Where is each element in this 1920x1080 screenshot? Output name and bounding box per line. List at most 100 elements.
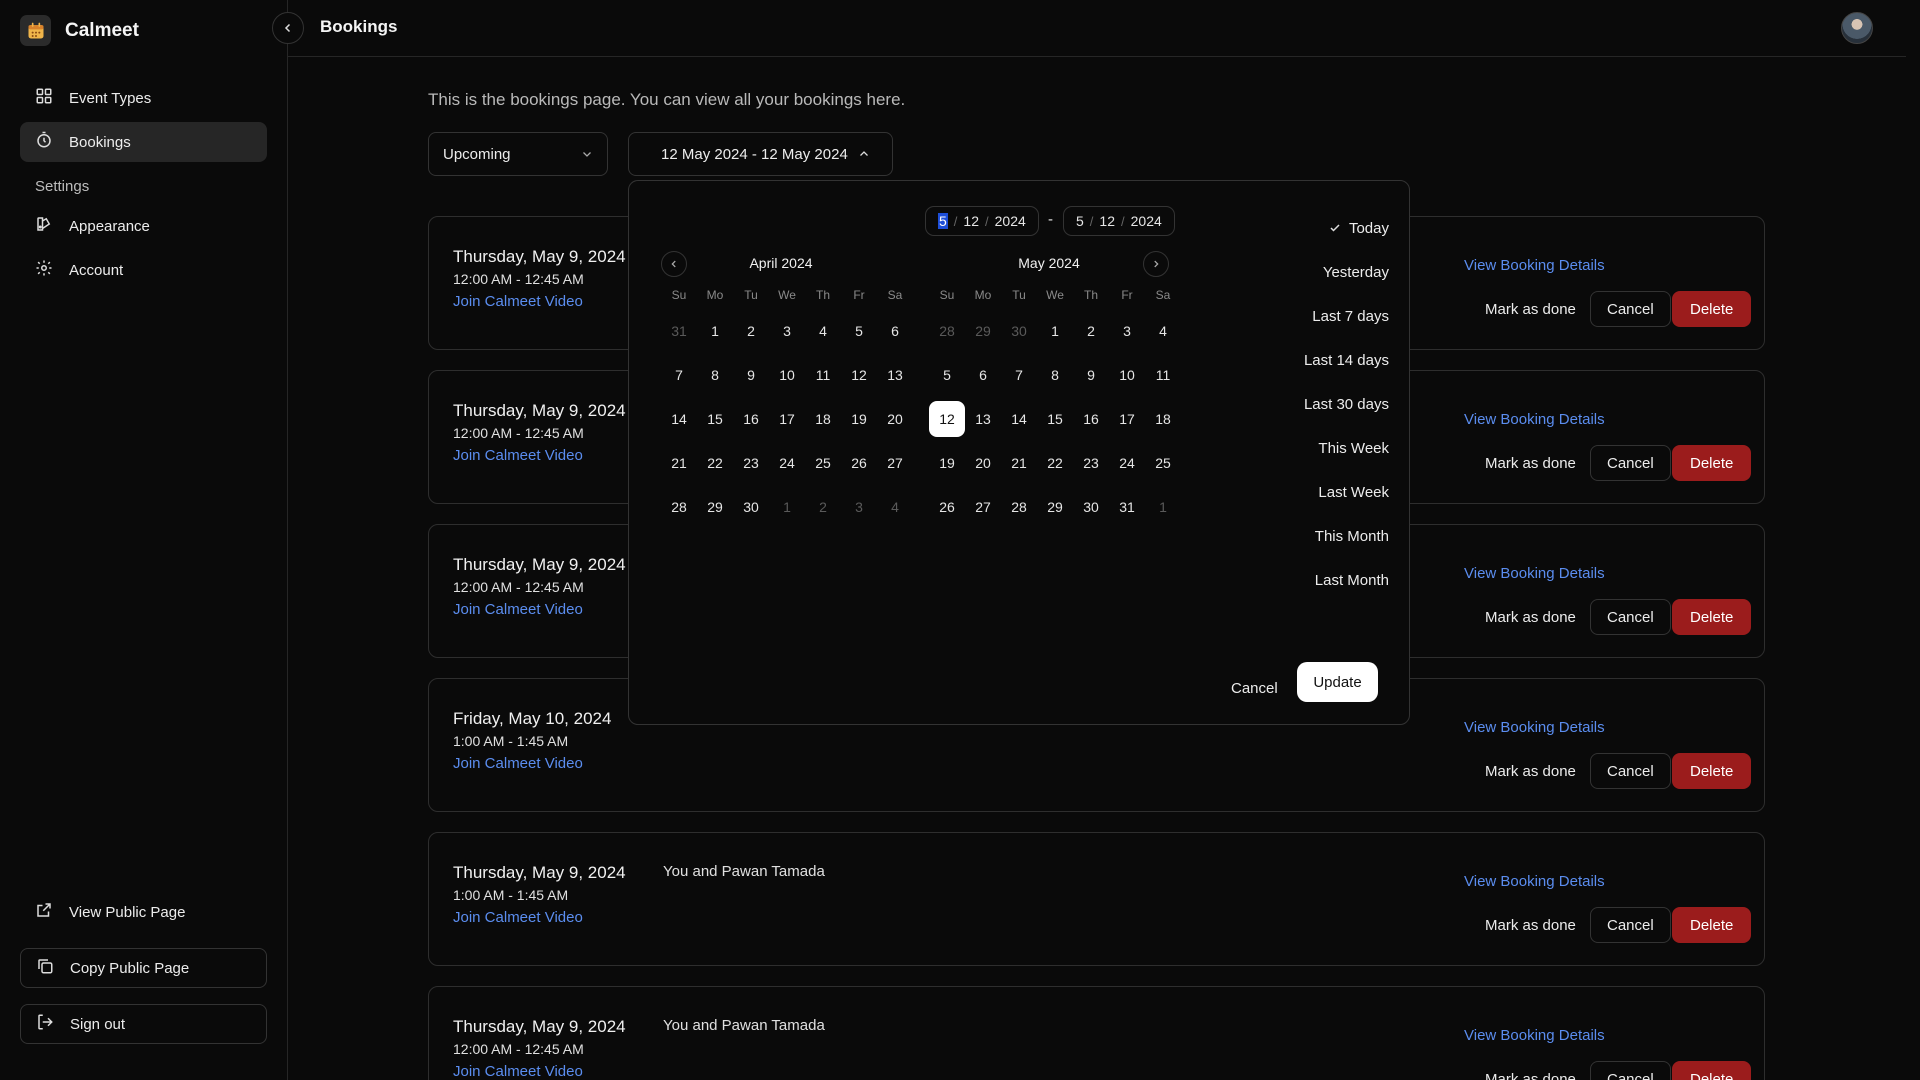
join-video-link[interactable]: Join Calmeet Video	[453, 293, 583, 310]
end-month-segment[interactable]: 5	[1076, 213, 1084, 229]
view-booking-details-link[interactable]: View Booking Details	[1464, 873, 1605, 890]
calendar-day[interactable]: 24	[769, 441, 805, 485]
view-booking-details-link[interactable]: View Booking Details	[1464, 411, 1605, 428]
calendar-day[interactable]: 21	[1001, 441, 1037, 485]
join-video-link[interactable]: Join Calmeet Video	[453, 755, 583, 772]
next-month-button[interactable]	[1143, 251, 1169, 277]
brand[interactable]: Calmeet	[20, 15, 139, 46]
calendar-day[interactable]: 26	[929, 485, 965, 529]
calendar-day[interactable]: 2	[805, 485, 841, 529]
preset-option[interactable]: Last 14 days	[1269, 338, 1389, 382]
calendar-day[interactable]: 19	[841, 397, 877, 441]
calendar-day[interactable]: 18	[1145, 397, 1181, 441]
calendar-day[interactable]: 28	[929, 309, 965, 353]
preset-option[interactable]: Today	[1269, 206, 1389, 250]
calendar-day[interactable]: 25	[1145, 441, 1181, 485]
cancel-booking-button[interactable]: Cancel	[1590, 1061, 1671, 1080]
start-day-segment[interactable]: 12	[963, 213, 979, 229]
calendar-day[interactable]: 2	[1073, 309, 1109, 353]
view-public-page-link[interactable]: View Public Page	[20, 892, 267, 932]
calendar-day[interactable]: 1	[697, 309, 733, 353]
calendar-day[interactable]: 9	[1073, 353, 1109, 397]
collapse-sidebar-button[interactable]	[272, 12, 304, 44]
calendar-day[interactable]: 11	[1145, 353, 1181, 397]
delete-booking-button[interactable]: Delete	[1672, 1061, 1752, 1080]
end-day-segment[interactable]: 12	[1099, 213, 1115, 229]
previous-month-button[interactable]	[661, 251, 687, 277]
delete-booking-button[interactable]: Delete	[1672, 599, 1752, 635]
end-date-input[interactable]: 5 / 12 / 2024	[1063, 206, 1175, 236]
calendar-day[interactable]: 9	[733, 353, 769, 397]
calendar-day[interactable]: 14	[661, 397, 697, 441]
cancel-booking-button[interactable]: Cancel	[1590, 907, 1671, 943]
cancel-booking-button[interactable]: Cancel	[1590, 753, 1671, 789]
calendar-day[interactable]: 26	[841, 441, 877, 485]
calendar-day[interactable]: 21	[661, 441, 697, 485]
avatar[interactable]	[1841, 12, 1873, 44]
calendar-day[interactable]: 13	[965, 397, 1001, 441]
join-video-link[interactable]: Join Calmeet Video	[453, 1063, 583, 1080]
delete-booking-button[interactable]: Delete	[1672, 907, 1752, 943]
calendar-day[interactable]: 29	[697, 485, 733, 529]
calendar-day-selected[interactable]: 12	[929, 397, 965, 441]
calendar-day[interactable]: 16	[733, 397, 769, 441]
mark-as-done-button[interactable]: Mark as done	[1469, 753, 1592, 789]
mark-as-done-button[interactable]: Mark as done	[1469, 599, 1592, 635]
calendar-day[interactable]: 17	[769, 397, 805, 441]
calendar-day[interactable]: 8	[697, 353, 733, 397]
calendar-day[interactable]: 30	[1001, 309, 1037, 353]
calendar-day[interactable]: 2	[733, 309, 769, 353]
mark-as-done-button[interactable]: Mark as done	[1469, 907, 1592, 943]
calendar-day[interactable]: 27	[965, 485, 1001, 529]
view-booking-details-link[interactable]: View Booking Details	[1464, 565, 1605, 582]
start-year-segment[interactable]: 2024	[995, 213, 1026, 229]
calendar-day[interactable]: 19	[929, 441, 965, 485]
calendar-day[interactable]: 4	[877, 485, 913, 529]
sidebar-item-event-types[interactable]: Event Types	[20, 78, 267, 118]
calendar-day[interactable]: 1	[769, 485, 805, 529]
calendar-day[interactable]: 8	[1037, 353, 1073, 397]
calendar-day[interactable]: 15	[1037, 397, 1073, 441]
calendar-day[interactable]: 29	[965, 309, 1001, 353]
booking-status-select[interactable]: Upcoming	[428, 132, 608, 176]
calendar-day[interactable]: 28	[1001, 485, 1037, 529]
calendar-day[interactable]: 4	[805, 309, 841, 353]
calendar-day[interactable]: 22	[1037, 441, 1073, 485]
calendar-day[interactable]: 22	[697, 441, 733, 485]
calendar-day[interactable]: 17	[1109, 397, 1145, 441]
calendar-day[interactable]: 3	[769, 309, 805, 353]
start-month-segment[interactable]: 5	[938, 213, 948, 229]
calendar-day[interactable]: 23	[1073, 441, 1109, 485]
preset-option[interactable]: Last 7 days	[1269, 294, 1389, 338]
calendar-day[interactable]: 16	[1073, 397, 1109, 441]
calendar-day[interactable]: 6	[877, 309, 913, 353]
preset-option[interactable]: Last Month	[1269, 558, 1389, 602]
calendar-day[interactable]: 27	[877, 441, 913, 485]
cancel-booking-button[interactable]: Cancel	[1590, 445, 1671, 481]
preset-option[interactable]: This Week	[1269, 426, 1389, 470]
preset-option[interactable]: This Month	[1269, 514, 1389, 558]
join-video-link[interactable]: Join Calmeet Video	[453, 909, 583, 926]
calendar-day[interactable]: 30	[1073, 485, 1109, 529]
calendar-day[interactable]: 10	[769, 353, 805, 397]
cancel-booking-button[interactable]: Cancel	[1590, 291, 1671, 327]
end-year-segment[interactable]: 2024	[1131, 213, 1162, 229]
picker-update-button[interactable]: Update	[1297, 662, 1378, 702]
preset-option[interactable]: Last Week	[1269, 470, 1389, 514]
preset-option[interactable]: Last 30 days	[1269, 382, 1389, 426]
calendar-day[interactable]: 12	[841, 353, 877, 397]
delete-booking-button[interactable]: Delete	[1672, 445, 1752, 481]
join-video-link[interactable]: Join Calmeet Video	[453, 601, 583, 618]
calendar-day[interactable]: 28	[661, 485, 697, 529]
delete-booking-button[interactable]: Delete	[1672, 291, 1752, 327]
calendar-day[interactable]: 14	[1001, 397, 1037, 441]
calendar-day[interactable]: 29	[1037, 485, 1073, 529]
calendar-day[interactable]: 3	[1109, 309, 1145, 353]
calendar-day[interactable]: 31	[1109, 485, 1145, 529]
calendar-day[interactable]: 3	[841, 485, 877, 529]
calendar-day[interactable]: 31	[661, 309, 697, 353]
calendar-day[interactable]: 7	[1001, 353, 1037, 397]
calendar-day[interactable]: 6	[965, 353, 1001, 397]
calendar-day[interactable]: 10	[1109, 353, 1145, 397]
calendar-day[interactable]: 1	[1145, 485, 1181, 529]
